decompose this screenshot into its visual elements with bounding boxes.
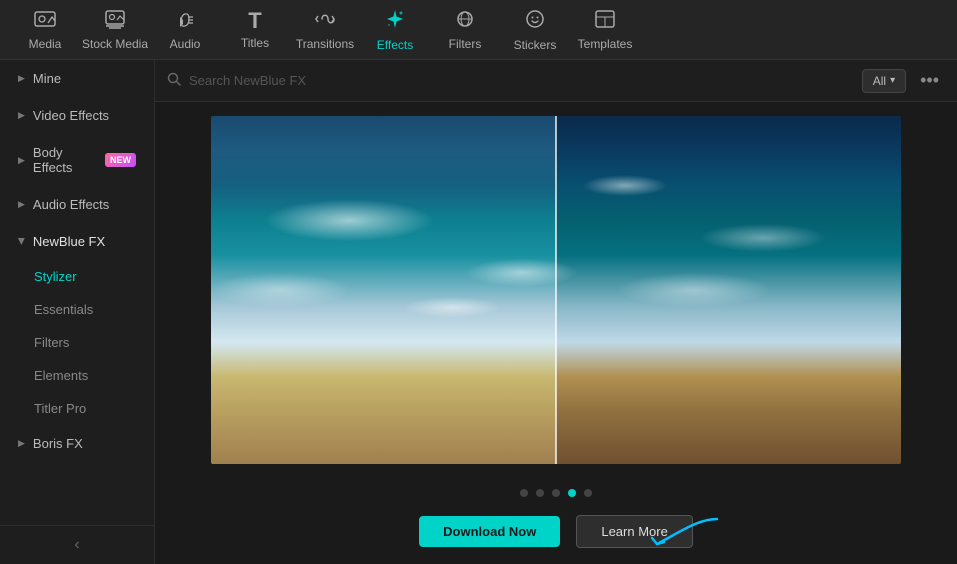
- sidebar-label-mine: Mine: [33, 71, 61, 86]
- arrow-icon-body-effects: ▶: [18, 155, 25, 166]
- preview-area: [155, 102, 957, 477]
- sidebar-sub-item-elements[interactable]: Elements: [4, 360, 150, 391]
- arrow-icon-mine: ▶: [18, 73, 25, 84]
- stickers-icon: [524, 8, 546, 34]
- arrow-icon-video-effects: ▶: [18, 110, 25, 121]
- sidebar-sub-label-stylizer: Stylizer: [34, 269, 77, 284]
- pagination-dot-2[interactable]: [536, 489, 544, 497]
- content-area: All ▾ ••• Downl: [155, 60, 957, 564]
- arrow-icon-audio-effects: ▶: [18, 199, 25, 210]
- filters-icon: [454, 9, 476, 33]
- media-icon: [34, 9, 56, 33]
- toolbar-label-filters: Filters: [449, 37, 482, 51]
- pagination-dot-5[interactable]: [584, 489, 592, 497]
- stock-media-icon: [104, 9, 126, 33]
- sidebar-sub-item-stylizer[interactable]: Stylizer: [4, 261, 150, 292]
- collapse-icon: ‹: [74, 536, 79, 554]
- main-content: ▶ Mine ▶ Video Effects ▶ Body Effects NE…: [0, 60, 957, 564]
- arrow-annotation: [647, 514, 727, 554]
- toolbar-label-media: Media: [29, 37, 62, 51]
- pagination-dot-1[interactable]: [520, 489, 528, 497]
- sidebar-sub-label-elements: Elements: [34, 368, 88, 383]
- toolbar-item-stickers[interactable]: Stickers: [500, 2, 570, 58]
- toolbar-item-filters[interactable]: Filters: [430, 2, 500, 58]
- toolbar-label-templates: Templates: [578, 37, 633, 51]
- more-options-button[interactable]: •••: [914, 68, 945, 93]
- toolbar-label-stock-media: Stock Media: [82, 37, 148, 51]
- sidebar-collapse-button[interactable]: ‹: [0, 525, 154, 564]
- sidebar-item-audio-effects[interactable]: ▶ Audio Effects: [4, 187, 150, 222]
- toolbar: Media Stock Media Audio: [0, 0, 957, 60]
- search-icon: [167, 72, 181, 89]
- sidebar-label-newblue-fx: NewBlue FX: [33, 234, 105, 249]
- sidebar-item-boris-fx[interactable]: ▶ Boris FX: [4, 426, 150, 461]
- sidebar-item-newblue-fx[interactable]: ▶ NewBlue FX: [4, 224, 150, 259]
- toolbar-item-templates[interactable]: Templates: [570, 2, 640, 58]
- pagination-dot-4[interactable]: [568, 489, 576, 497]
- sidebar-item-mine[interactable]: ▶ Mine: [4, 61, 150, 96]
- sidebar-sub-label-essentials: Essentials: [34, 302, 93, 317]
- toolbar-item-media[interactable]: Media: [10, 2, 80, 58]
- bottom-bar: Download Now Learn More: [155, 505, 957, 564]
- search-bar: All ▾ •••: [155, 60, 957, 102]
- pagination-dot-3[interactable]: [552, 489, 560, 497]
- sidebar-sub-item-essentials[interactable]: Essentials: [4, 294, 150, 325]
- titles-icon: T: [248, 10, 261, 32]
- audio-icon: [175, 9, 195, 33]
- new-badge: NEW: [105, 153, 136, 167]
- templates-icon: [594, 9, 616, 33]
- toolbar-label-effects: Effects: [377, 38, 413, 52]
- search-input[interactable]: [189, 73, 854, 88]
- toolbar-label-titles: Titles: [241, 36, 269, 50]
- sidebar-item-video-effects[interactable]: ▶ Video Effects: [4, 98, 150, 133]
- toolbar-label-transitions: Transitions: [296, 37, 354, 51]
- split-line: [555, 116, 557, 464]
- download-now-button[interactable]: Download Now: [419, 516, 560, 547]
- toolbar-item-effects[interactable]: Effects: [360, 2, 430, 58]
- toolbar-item-transitions[interactable]: Transitions: [290, 2, 360, 58]
- sidebar-label-video-effects: Video Effects: [33, 108, 109, 123]
- sidebar-label-audio-effects: Audio Effects: [33, 197, 109, 212]
- filter-button[interactable]: All ▾: [862, 69, 906, 93]
- toolbar-item-audio[interactable]: Audio: [150, 2, 220, 58]
- pagination: [155, 477, 957, 505]
- toolbar-label-audio: Audio: [170, 37, 201, 51]
- sidebar-sub-item-titler-pro[interactable]: Titler Pro: [4, 393, 150, 424]
- annotation-arrow-icon: [647, 514, 727, 554]
- sidebar-sub-label-filters: Filters: [34, 335, 69, 350]
- sidebar-item-body-effects[interactable]: ▶ Body Effects NEW: [4, 135, 150, 185]
- sidebar-sub-label-titler-pro: Titler Pro: [34, 401, 86, 416]
- filter-label: All: [873, 74, 886, 88]
- transitions-icon: [314, 9, 336, 33]
- effects-icon: [384, 8, 406, 34]
- sidebar-label-boris-fx: Boris FX: [33, 436, 83, 451]
- chevron-down-icon: ▾: [890, 75, 895, 86]
- download-now-label: Download Now: [443, 524, 536, 539]
- arrow-icon-newblue-fx: ▶: [16, 238, 27, 245]
- more-icon: •••: [920, 70, 939, 90]
- arrow-icon-boris-fx: ▶: [18, 438, 25, 449]
- toolbar-item-titles[interactable]: T Titles: [220, 2, 290, 58]
- sidebar: ▶ Mine ▶ Video Effects ▶ Body Effects NE…: [0, 60, 155, 564]
- toolbar-label-stickers: Stickers: [514, 38, 557, 52]
- toolbar-item-stock-media[interactable]: Stock Media: [80, 2, 150, 58]
- preview-image: [211, 116, 901, 464]
- sidebar-label-body-effects: Body Effects: [33, 145, 99, 175]
- sidebar-sub-item-filters[interactable]: Filters: [4, 327, 150, 358]
